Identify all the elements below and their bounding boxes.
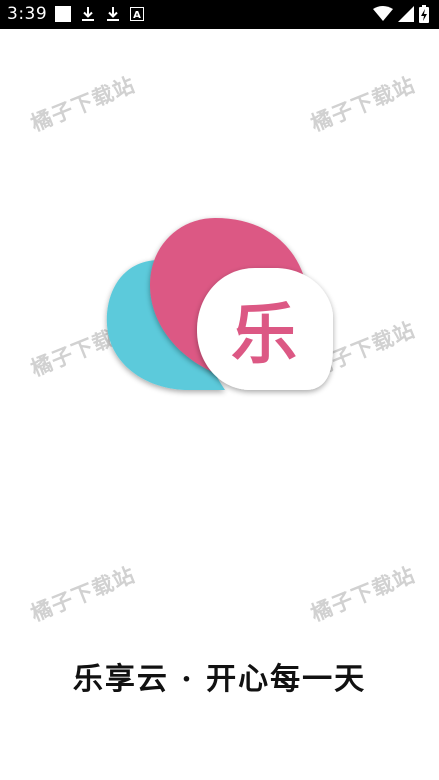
text-a-icon: A bbox=[130, 7, 144, 21]
wifi-icon bbox=[373, 6, 393, 21]
download-icon bbox=[82, 7, 94, 21]
text-a-glyph: A bbox=[133, 10, 141, 21]
system-icons bbox=[373, 5, 429, 23]
slogan: 乐享云 · 开心每一天 bbox=[72, 662, 367, 697]
signal-icon bbox=[398, 6, 414, 22]
download-icon bbox=[107, 7, 119, 21]
white-square-icon bbox=[55, 6, 71, 22]
notification-icons: A bbox=[55, 5, 144, 23]
watermark: 橘子下载站 bbox=[307, 562, 419, 626]
battery-charging-icon bbox=[419, 5, 429, 23]
watermark: 橘子下载站 bbox=[27, 562, 139, 626]
watermark: 橘子下载站 bbox=[27, 72, 139, 136]
logo-character: 乐 bbox=[231, 296, 297, 373]
status-bar: 3:39 A bbox=[0, 0, 439, 29]
status-time: 3:39 bbox=[7, 4, 48, 24]
app-logo: 乐 bbox=[106, 218, 333, 390]
watermark: 橘子下载站 bbox=[307, 72, 419, 136]
